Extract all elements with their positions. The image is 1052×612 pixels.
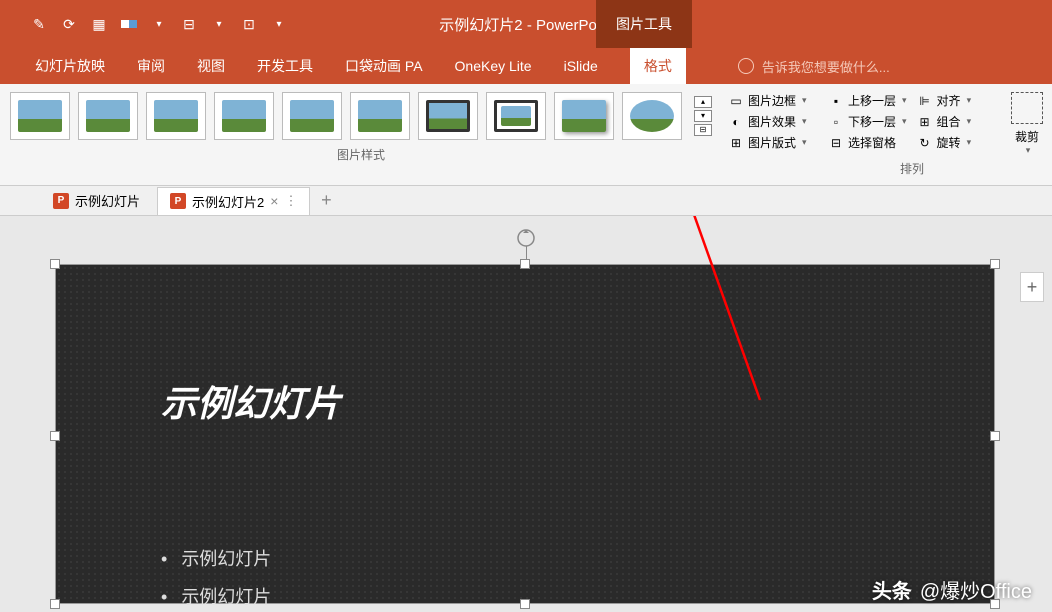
selection-handle[interactable] [520, 259, 530, 269]
chevron-down-icon[interactable]: ▾ [270, 15, 288, 33]
selection-handle[interactable] [50, 599, 60, 609]
paintbrush-icon[interactable]: ✎ [30, 15, 48, 33]
tab-slideshow[interactable]: 幻灯片放映 [35, 56, 105, 76]
style-thumb-10[interactable] [622, 92, 682, 140]
tell-me-placeholder: 告诉我您想要做什么... [762, 57, 890, 76]
style-thumb-5[interactable] [282, 92, 342, 140]
tab-menu-icon[interactable]: ⋮ [284, 193, 297, 209]
ribbon-tabs: 幻灯片放映 审阅 视图 开发工具 口袋动画 PA OneKey Lite iSl… [0, 48, 1052, 84]
watermark: 头条 @爆炒Office [872, 575, 1032, 604]
tab-pocket-anim[interactable]: 口袋动画 PA [345, 56, 423, 76]
picture-layout-button[interactable]: ⊞图片版式▾ [728, 134, 816, 151]
tab-onekey[interactable]: OneKey Lite [455, 58, 532, 74]
powerpoint-icon: P [170, 193, 186, 209]
forward-icon: ▪ [828, 93, 844, 109]
tab-format[interactable]: 格式 [630, 48, 686, 84]
crop-icon[interactable] [1011, 92, 1043, 124]
selection-handle[interactable] [50, 259, 60, 269]
chevron-down-icon[interactable]: ▾ [210, 15, 228, 33]
palette-icon[interactable] [120, 15, 138, 33]
slide-bullets: 示例幻灯片 示例幻灯片 [161, 545, 271, 612]
styles-group-label: 图片样式 [10, 146, 712, 163]
picture-effects-button[interactable]: ◐图片效果▾ [728, 113, 816, 130]
backward-icon: ▫ [828, 114, 844, 130]
powerpoint-icon: P [53, 193, 69, 209]
tell-me-search[interactable]: 告诉我您想要做什么... [738, 57, 890, 76]
selection-handle[interactable] [990, 431, 1000, 441]
style-thumb-8[interactable] [486, 92, 546, 140]
rotate-icon: ↻ [917, 135, 933, 151]
bullet-item: 示例幻灯片 [161, 583, 271, 609]
quick-access-toolbar: ✎ ⟳ ▦ ▾ ⊟ ▾ ⊡ ▾ [30, 15, 288, 33]
arrange-group-label: 排列 [828, 160, 996, 177]
window-title: 示例幻灯片2 - PowerPoint [439, 14, 612, 35]
bring-forward-button[interactable]: ▪上移一层▾ [828, 92, 907, 109]
watermark-brand: 头条 [872, 575, 912, 604]
tab-review[interactable]: 审阅 [137, 56, 165, 76]
picture-styles-group: ▴▾⊟ 图片样式 [0, 84, 722, 185]
align-button[interactable]: ⊫对齐▾ [917, 92, 972, 109]
crop-dropdown[interactable]: ▾ [1026, 145, 1031, 156]
effects-icon: ◐ [728, 114, 744, 130]
slide-title: 示例幻灯片 [161, 375, 341, 427]
selection-handle[interactable] [520, 599, 530, 609]
tool2-icon[interactable]: ⊡ [240, 15, 258, 33]
refresh-icon[interactable]: ⟳ [60, 15, 78, 33]
slide-image[interactable]: 示例幻灯片 示例幻灯片 示例幻灯片 [55, 264, 995, 604]
styles-gallery: ▴▾⊟ [10, 92, 712, 140]
tool-icon[interactable]: ⊟ [180, 15, 198, 33]
title-bar: ✎ ⟳ ▦ ▾ ⊟ ▾ ⊡ ▾ 示例幻灯片2 - PowerPoint 图片工具 [0, 0, 1052, 48]
layout-icon: ⊞ [728, 135, 744, 151]
group-icon: ⊞ [917, 114, 933, 130]
rotate-button[interactable]: ↻旋转▾ [917, 134, 972, 151]
grid-icon[interactable]: ▦ [90, 15, 108, 33]
crop-group: 裁剪 ▾ [1002, 84, 1052, 185]
picture-border-button[interactable]: ▭图片边框▾ [728, 92, 816, 109]
crop-label[interactable]: 裁剪 [1015, 128, 1039, 145]
selection-handle[interactable] [990, 259, 1000, 269]
picture-options: ▭图片边框▾ ◐图片效果▾ ⊞图片版式▾ [722, 84, 822, 185]
pane-icon: ⊟ [828, 135, 844, 151]
arrange-group: ▪上移一层▾ ▫下移一层▾ ⊟选择窗格 ⊫对齐▾ ⊞组合▾ ↻旋转▾ 排列 [822, 84, 1002, 185]
style-thumb-1[interactable] [10, 92, 70, 140]
context-tab-picture-tools: 图片工具 [596, 0, 692, 48]
border-icon: ▭ [728, 93, 744, 109]
slide-canvas: 示例幻灯片 示例幻灯片 示例幻灯片 + 头条 @爆炒Office [0, 216, 1052, 612]
watermark-author: @爆炒Office [920, 575, 1032, 604]
style-thumb-4[interactable] [214, 92, 274, 140]
gallery-more[interactable]: ▴▾⊟ [694, 96, 712, 136]
style-thumb-3[interactable] [146, 92, 206, 140]
doc-tab-label: 示例幻灯片 [75, 191, 140, 210]
send-backward-button[interactable]: ▫下移一层▾ [828, 113, 907, 130]
document-tabs: P 示例幻灯片 P 示例幻灯片2 × ⋮ + [0, 186, 1052, 216]
chevron-down-icon[interactable]: ▾ [150, 15, 168, 33]
doc-tab-label: 示例幻灯片2 [192, 192, 264, 211]
lightbulb-icon [738, 58, 754, 74]
ribbon: ▴▾⊟ 图片样式 ▭图片边框▾ ◐图片效果▾ ⊞图片版式▾ ▪上移一层▾ ▫下移… [0, 84, 1052, 186]
selection-pane-button[interactable]: ⊟选择窗格 [828, 134, 907, 151]
style-thumb-2[interactable] [78, 92, 138, 140]
style-thumb-9[interactable] [554, 92, 614, 140]
expand-button[interactable]: + [1020, 272, 1044, 302]
style-thumb-6[interactable] [350, 92, 410, 140]
tab-view[interactable]: 视图 [197, 56, 225, 76]
align-icon: ⊫ [917, 93, 933, 109]
bullet-item: 示例幻灯片 [161, 545, 271, 571]
group-button[interactable]: ⊞组合▾ [917, 113, 972, 130]
tab-islide[interactable]: iSlide [564, 58, 598, 74]
style-thumb-7[interactable] [418, 92, 478, 140]
doc-tab-2[interactable]: P 示例幻灯片2 × ⋮ [157, 187, 310, 215]
doc-tab-1[interactable]: P 示例幻灯片 [40, 186, 153, 215]
tab-developer[interactable]: 开发工具 [257, 56, 313, 76]
close-tab-icon[interactable]: × [270, 193, 278, 209]
new-tab-button[interactable]: + [314, 189, 338, 213]
selection-handle[interactable] [50, 431, 60, 441]
